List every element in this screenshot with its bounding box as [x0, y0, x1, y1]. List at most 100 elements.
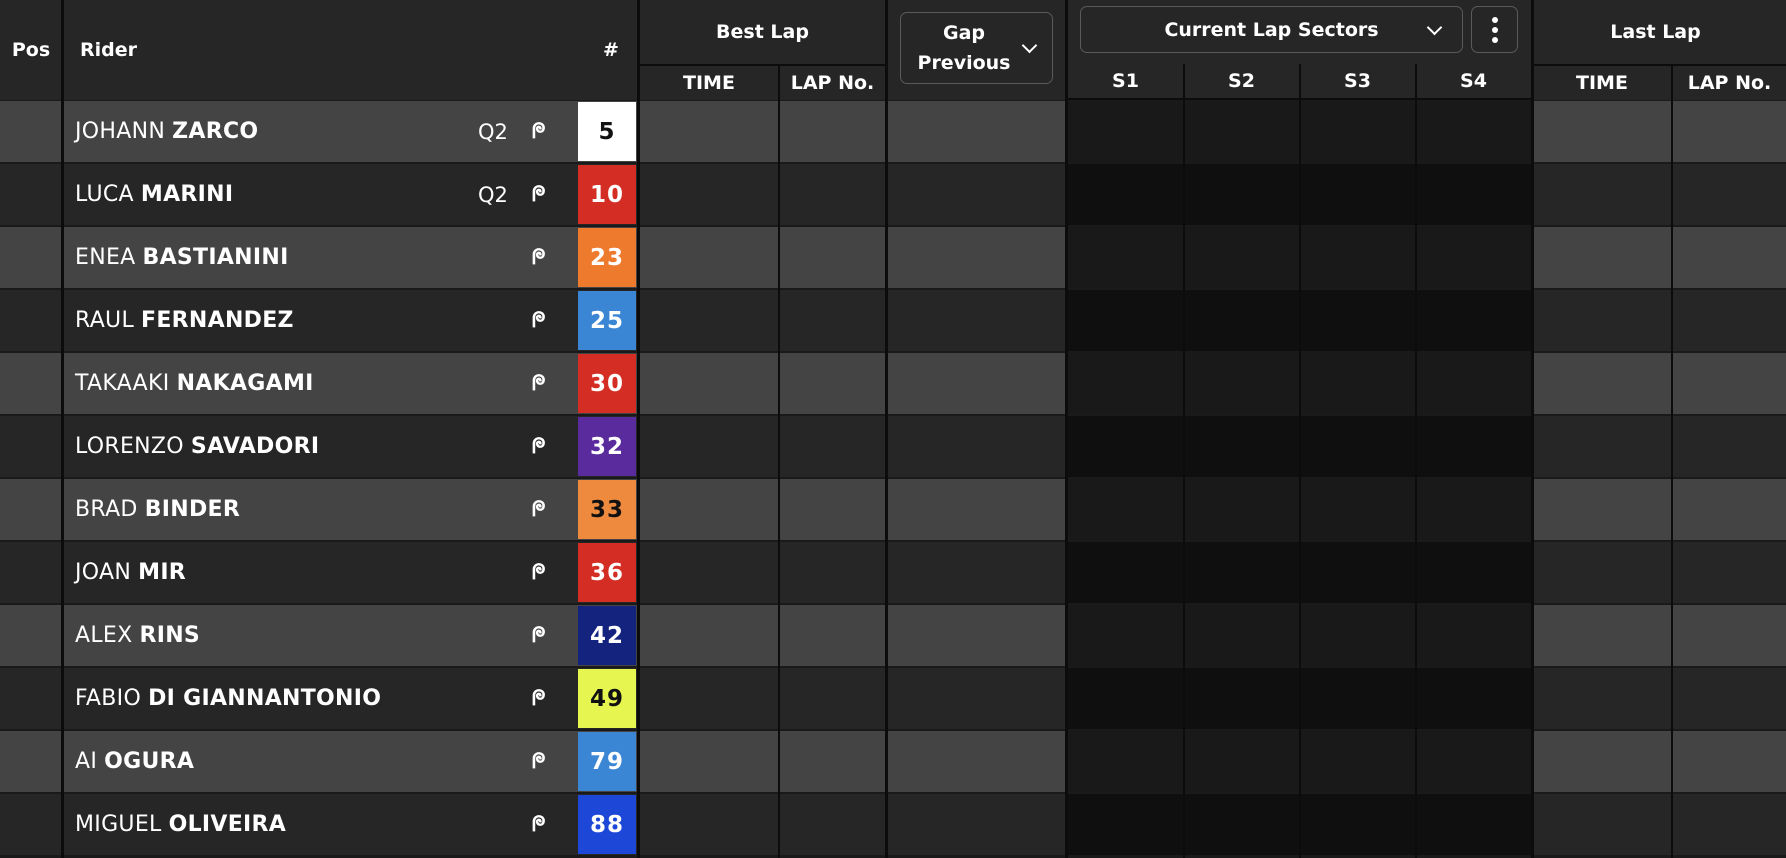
rider-number-badge: 79: [578, 732, 636, 791]
rider-name: BRAD BINDER: [75, 479, 240, 540]
rider-last-name: FERNANDEZ: [141, 308, 294, 333]
rider-first-name: LUCA: [75, 182, 134, 207]
table-row[interactable]: JOAN MIR ᖘ 36: [0, 542, 1786, 603]
gap-cell: [888, 101, 1065, 162]
sector-4-cell: [1417, 353, 1531, 414]
last-lap-time-cell: [1534, 731, 1671, 792]
table-row[interactable]: MIGUEL OLIVEIRA ᖘ 88: [0, 794, 1786, 855]
pos-cell: [0, 479, 61, 540]
table-row[interactable]: LUCA MARINI Q2 ᖘ 10: [0, 164, 1786, 225]
chevron-down-icon: [1426, 19, 1443, 36]
table-row[interactable]: AI OGURA ᖘ 79: [0, 731, 1786, 792]
divider: [637, 0, 640, 858]
rider-name: ALEX RINS: [75, 605, 200, 666]
rider-name: JOAN MIR: [75, 542, 186, 603]
pos-cell: [0, 101, 61, 162]
pos-cell: [0, 542, 61, 603]
sector-1-cell: [1068, 101, 1183, 162]
rider-number-badge: 25: [578, 291, 636, 350]
best-lap-no-header: LAP No.: [790, 72, 875, 94]
gap-label: Gap: [942, 22, 986, 44]
table-row[interactable]: ENEA BASTIANINI ᖘ 23: [0, 227, 1786, 288]
pit-flag-icon: ᖘ: [532, 308, 546, 332]
rider-first-name: JOAN: [75, 560, 132, 585]
best-lap-no-cell: [780, 227, 885, 288]
best-lap-no-cell: [780, 668, 885, 729]
sector-2-cell: [1185, 479, 1299, 540]
sector-3-cell: [1301, 101, 1415, 162]
sector-2-cell: [1185, 605, 1299, 666]
last-lap-no-cell: [1673, 101, 1786, 162]
best-lap-no-cell: [780, 542, 885, 603]
table-row[interactable]: JOHANN ZARCO Q2 ᖘ 5: [0, 101, 1786, 162]
gap-previous-dropdown[interactable]: Gap Previous: [900, 12, 1053, 84]
sector-3-cell: [1301, 731, 1415, 792]
table-row[interactable]: BRAD BINDER ᖘ 33: [0, 479, 1786, 540]
gap-cell: [888, 416, 1065, 477]
table-row[interactable]: LORENZO SAVADORI ᖘ 32: [0, 416, 1786, 477]
pit-flag-icon: ᖘ: [532, 245, 546, 269]
sector-4-cell: [1417, 479, 1531, 540]
sector-2-cell: [1185, 794, 1299, 855]
sector-4-cell: [1417, 164, 1531, 225]
last-lap-header: Last Lap: [1610, 21, 1701, 43]
last-lap-time-cell: [1534, 227, 1671, 288]
pos-cell: [0, 605, 61, 666]
table-header: Pos Rider # Best Lap TIME LAP No. Gap Pr…: [0, 0, 1786, 100]
rider-first-name: ENEA: [75, 245, 136, 270]
last-lap-time-cell: [1534, 542, 1671, 603]
rider-first-name: RAUL: [75, 308, 135, 333]
sector-2-cell: [1185, 416, 1299, 477]
gap-cell: [888, 479, 1065, 540]
divider: [1671, 64, 1673, 858]
sector-4-cell: [1417, 605, 1531, 666]
best-lap-time-cell: [640, 605, 778, 666]
rider-last-name: MARINI: [140, 182, 234, 207]
table-row[interactable]: ALEX RINS ᖘ 42: [0, 605, 1786, 666]
gap-cell: [888, 731, 1065, 792]
sector-1-cell: [1068, 416, 1183, 477]
last-lap-no-cell: [1673, 542, 1786, 603]
sector-1-cell: [1068, 605, 1183, 666]
rider-name: MIGUEL OLIVEIRA: [75, 794, 286, 855]
sectors-select-label: Current Lap Sectors: [1164, 18, 1379, 41]
rider-number-badge: 32: [578, 417, 636, 476]
sector-3-cell: [1301, 416, 1415, 477]
pit-flag-icon: ᖘ: [532, 119, 546, 143]
pos-cell: [0, 668, 61, 729]
best-lap-time-cell: [640, 479, 778, 540]
pos-cell: [0, 416, 61, 477]
sector-1-cell: [1068, 164, 1183, 225]
sector-2-cell: [1185, 668, 1299, 729]
sector-3-cell: [1301, 542, 1415, 603]
sector-3-cell: [1301, 668, 1415, 729]
rider-first-name: LORENZO: [75, 434, 184, 459]
sector-3-cell: [1301, 605, 1415, 666]
table-row[interactable]: FABIO DI GIANNANTONIO ᖘ 49: [0, 668, 1786, 729]
gap-cell: [888, 164, 1065, 225]
rider-first-name: AI: [75, 749, 98, 774]
best-lap-time-cell: [640, 164, 778, 225]
sectors-select-dropdown[interactable]: Current Lap Sectors: [1080, 6, 1463, 53]
sector-3-cell: [1301, 164, 1415, 225]
rider-last-name: BINDER: [144, 497, 241, 522]
rider-first-name: BRAD: [75, 497, 138, 522]
last-lap-time-cell: [1534, 164, 1671, 225]
table-row[interactable]: RAUL FERNANDEZ ᖘ 25: [0, 290, 1786, 351]
rider-number-badge: 33: [578, 480, 636, 539]
rider-last-name: BASTIANINI: [142, 245, 289, 270]
sector-2-cell: [1185, 353, 1299, 414]
best-lap-time-cell: [640, 668, 778, 729]
last-lap-no-cell: [1673, 668, 1786, 729]
pos-cell: [0, 227, 61, 288]
more-options-button[interactable]: [1471, 6, 1518, 53]
sector-4-cell: [1417, 542, 1531, 603]
sector-1-cell: [1068, 542, 1183, 603]
sector-3-cell: [1301, 227, 1415, 288]
rider-number-badge: 10: [578, 165, 636, 224]
best-lap-time-cell: [640, 794, 778, 855]
table-row[interactable]: TAKAAKI NAKAGAMI ᖘ 30: [0, 353, 1786, 414]
rider-last-name: ZARCO: [172, 119, 259, 144]
sector-1-cell: [1068, 353, 1183, 414]
best-lap-time-cell: [640, 290, 778, 351]
